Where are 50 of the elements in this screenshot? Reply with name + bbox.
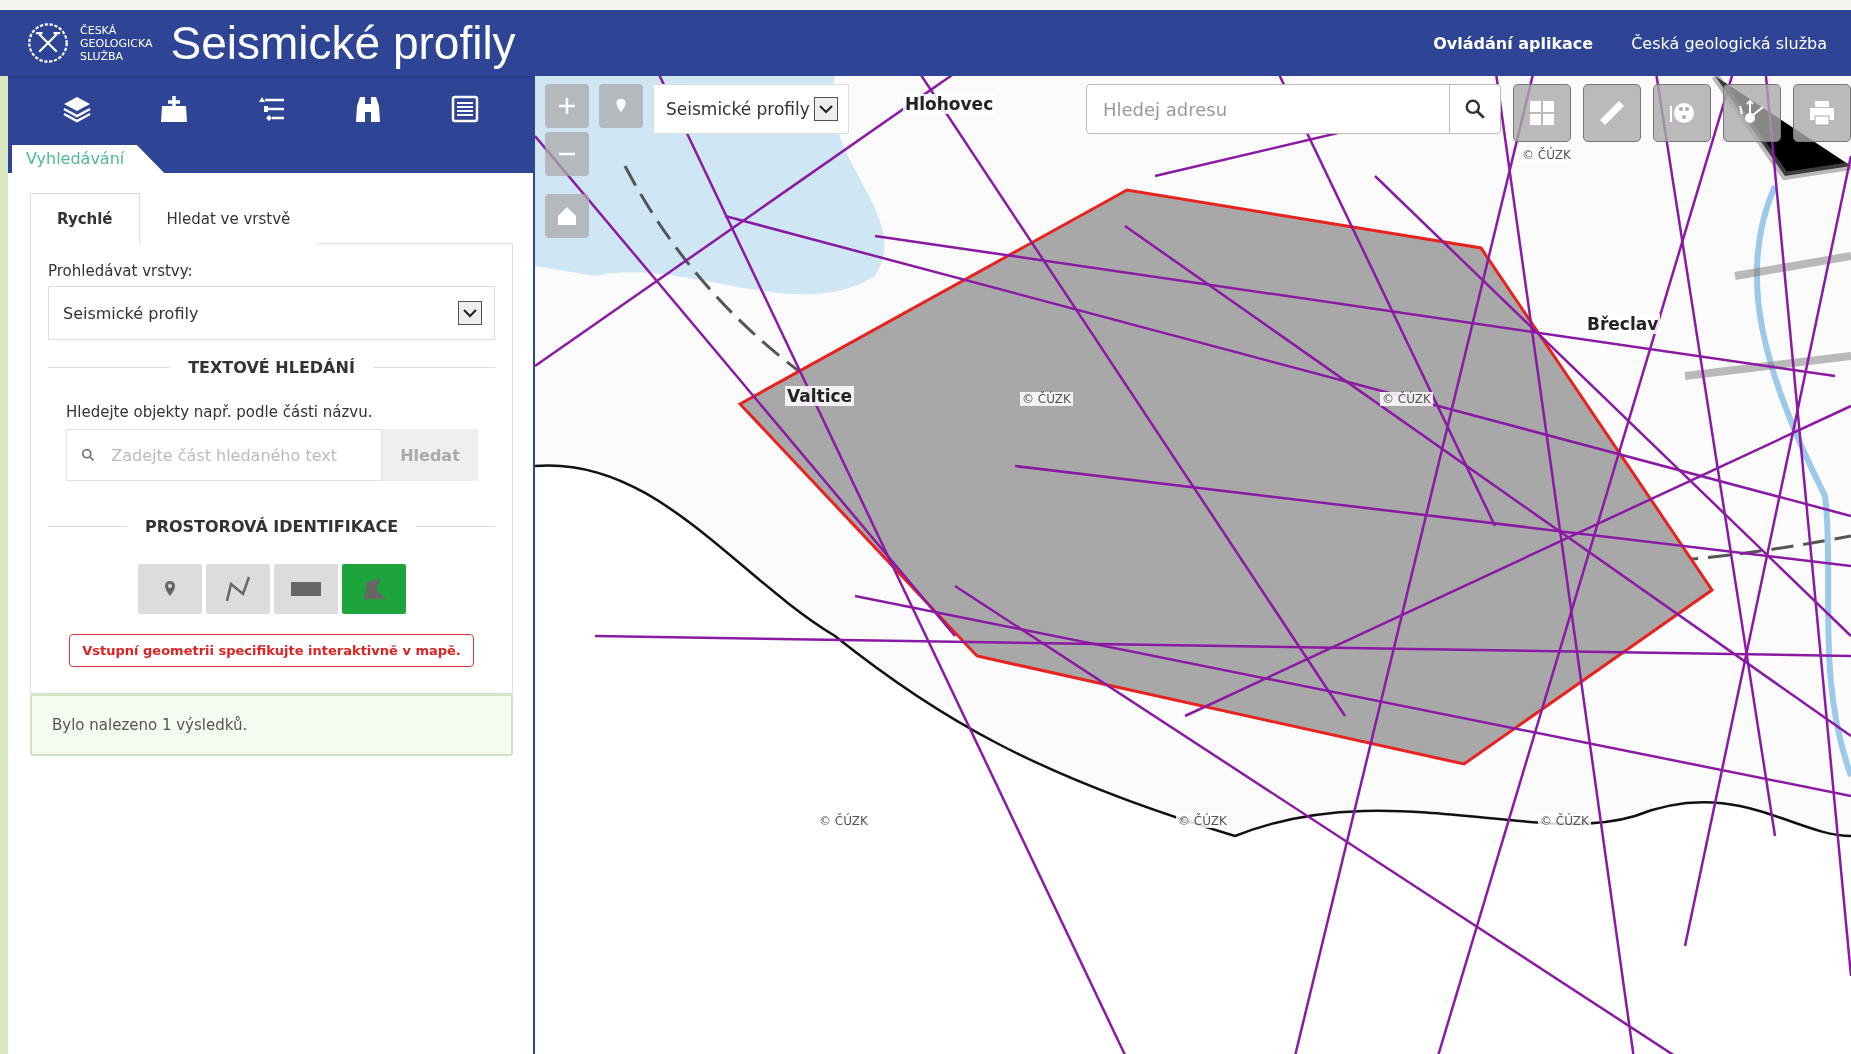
basemap-button[interactable] [1513, 84, 1571, 142]
result-message: Bylo nalezeno 1 výsledků. [30, 694, 513, 756]
layer-select[interactable]: Seismické profily [48, 286, 495, 340]
measure-button[interactable] [1583, 84, 1641, 142]
line-tool-button[interactable] [205, 564, 270, 614]
map-layer-select[interactable]: Seismické profily [653, 84, 849, 134]
layers-icon [61, 94, 92, 124]
rectangle-tool-button[interactable] [273, 564, 338, 614]
copyright-label: © ČÚZK [1538, 814, 1591, 828]
minus-icon [557, 152, 577, 156]
grid-icon [1527, 98, 1557, 128]
home-icon [555, 204, 579, 228]
add-data-icon [158, 94, 189, 124]
field-label: Prohledávat vrstvy: [48, 262, 194, 280]
logo-text: SLUŽBA [80, 49, 125, 63]
copyright-label: © ČÚZK [1020, 392, 1073, 406]
print-button[interactable] [1793, 84, 1851, 142]
town-label: Břeclav [1585, 314, 1661, 334]
copyright-label: © ČÚZK [817, 814, 870, 828]
point-tool-button[interactable] [137, 564, 202, 614]
copyright-label: © ČÚZK [1520, 148, 1573, 162]
town-label: Valtice [785, 386, 855, 406]
search-hint: Hledejte objekty např. podle části názvu. [66, 403, 374, 421]
search-icon [1464, 98, 1486, 120]
address-input[interactable]: Hledej adresu [1087, 85, 1450, 133]
emblem-icon [26, 21, 70, 65]
move-button[interactable] [1723, 84, 1781, 142]
chevron-down-icon [813, 97, 838, 121]
table-icon [449, 94, 480, 124]
header-link[interactable]: Česká geologická služba [1631, 33, 1827, 53]
search-tab[interactable]: Rychlé [30, 193, 140, 244]
search-icon [81, 447, 96, 463]
chevron-down-icon [458, 301, 482, 325]
logo-text: GEOLOGICKA [80, 36, 153, 50]
address-search-field[interactable]: Hledej adresu [1086, 84, 1501, 134]
logo-text: ČESKÁ [80, 23, 118, 37]
section-heading: TEXTOVÉ HLEDÁNÍ [188, 358, 355, 377]
printer-icon [1807, 98, 1837, 128]
palette-button[interactable] [1653, 84, 1711, 142]
town-label: Hlohovec [903, 94, 996, 114]
plus-icon [557, 96, 577, 116]
header-link[interactable]: Ovládání aplikace [1433, 33, 1594, 53]
app-title: Seismické profily [170, 16, 516, 70]
copyright-label: © ČÚZK [1176, 814, 1229, 828]
copyright-label: © ČÚZK [1380, 392, 1433, 406]
text-search-field[interactable]: Zadejte část hledaného text [66, 429, 382, 481]
rectangle-icon [288, 579, 323, 599]
warning-message: Vstupní geometrii specifikujte interaktivně v mapě. [69, 634, 474, 667]
map-view[interactable]: Hlohovec Valtice Břeclav © ČÚZK © ČÚZK © ČÚZK © ČÚZK © ČÚZK © ČÚZK Seismické profily Hledej adresu [535, 76, 1851, 1054]
section-heading: PROSTOROVÁ IDENTIFIKACE [144, 517, 399, 536]
